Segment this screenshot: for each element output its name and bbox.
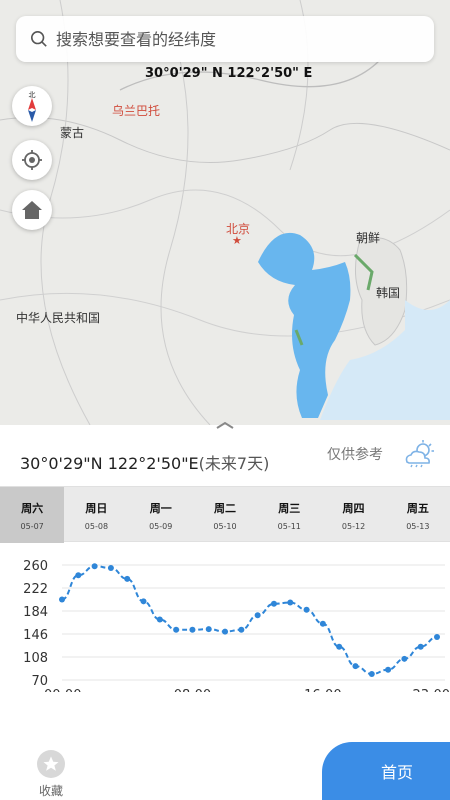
day-tab-0[interactable]: 周六 05-07	[0, 487, 65, 543]
data-point-18	[352, 663, 359, 670]
series-line	[61, 565, 438, 675]
data-point-8	[189, 626, 196, 633]
x-tick-label-1: 08:00	[174, 688, 211, 692]
home-location-button[interactable]	[12, 190, 52, 230]
compass-letter: 北	[29, 91, 36, 99]
data-point-10	[222, 628, 229, 635]
x-tick-label-2: 16:00	[304, 688, 341, 692]
data-point-16	[319, 620, 326, 627]
bottom-nav: 收藏 首页	[0, 740, 450, 800]
day-tab-1[interactable]: 周日 05-08	[64, 487, 128, 543]
y-tick-label-2: 184	[23, 605, 48, 620]
map-label-china: 中华人民共和国	[16, 311, 101, 325]
search-icon	[30, 30, 47, 47]
map-terrain	[0, 0, 450, 425]
map-label-south-korea: 韩国	[376, 286, 401, 300]
panel-coordinate: 30°0'29"N 122°2'50"E	[20, 454, 199, 473]
y-tick-label-5: 70	[31, 674, 48, 689]
data-point-7	[173, 626, 180, 633]
data-point-11	[238, 626, 245, 633]
data-point-2	[91, 563, 98, 570]
x-tick-label-0: 00:00	[44, 688, 81, 692]
data-point-21	[401, 655, 408, 662]
day-tab-6[interactable]: 周五 05-13	[386, 487, 450, 543]
data-point-12	[254, 612, 261, 619]
compass-icon: 北	[28, 91, 36, 122]
map-label-ulaanbaatar: 乌兰巴托	[112, 104, 161, 118]
favorite-label: 收藏	[38, 784, 63, 798]
house-icon	[22, 201, 42, 219]
data-point-22	[417, 643, 424, 650]
y-tick-label-4: 108	[23, 651, 48, 666]
home-button[interactable]: 首页	[322, 742, 450, 800]
map-coordinate: 30°0'29" N 122°2'50" E	[145, 66, 313, 81]
data-point-3	[107, 565, 114, 572]
day-tab-3[interactable]: 周二 05-10	[193, 487, 257, 543]
data-point-0	[59, 596, 65, 603]
data-point-13	[270, 600, 277, 607]
y-tick-label-3: 146	[23, 628, 48, 643]
day-tab-2[interactable]: 周一 05-09	[129, 487, 193, 543]
map-label-mongolia: 蒙古	[60, 126, 85, 140]
data-point-19	[368, 670, 375, 677]
data-point-1	[75, 572, 82, 579]
reference-note: 仅供参考	[327, 447, 383, 463]
day-selector: 周六 05-07 周日 05-08 周一 05-09 周二 05-10 周三 05-11 …	[0, 486, 450, 543]
search-bar[interactable]	[16, 16, 434, 62]
y-tick-label-0: 260	[23, 559, 48, 574]
weather-cloud-sun-icon	[405, 440, 434, 468]
home-label: 首页	[380, 763, 413, 782]
data-point-17	[336, 643, 343, 650]
data-point-6	[156, 616, 163, 623]
search-input[interactable]	[56, 29, 416, 49]
star-icon	[37, 750, 65, 778]
y-tick-label-1: 222	[23, 582, 48, 597]
data-point-23	[434, 634, 440, 641]
locate-button[interactable]	[12, 140, 52, 180]
favorite-button[interactable]: 收藏	[28, 750, 74, 800]
forecast-panel: 30°0'29"N 122°2'50"E (未来7天) 仅供参考 周六 05-07…	[0, 430, 450, 740]
data-point-15	[303, 606, 310, 613]
future-days-label: (未来7天)	[198, 454, 270, 473]
capital-star-icon: ★	[232, 234, 242, 247]
map-label-north-korea: 朝鲜	[356, 231, 381, 245]
compass-button[interactable]: 北	[12, 86, 52, 126]
x-tick-label-3: 23:00	[413, 688, 450, 692]
panel-coordinate-row: 30°0'29"N 122°2'50"E (未来7天)	[20, 450, 269, 474]
day-tab-4[interactable]: 周三 05-11	[257, 487, 321, 543]
locate-icon	[22, 150, 42, 170]
day-tab-5[interactable]: 周四 05-12	[321, 487, 385, 543]
data-point-9	[205, 626, 212, 633]
data-point-5	[140, 598, 147, 605]
panel-drag-handle[interactable]	[205, 420, 245, 430]
data-point-4	[124, 575, 131, 582]
forecast-line-chart: 260 222 184 146 108 7000:00 08:00 16:00 23:00	[23, 559, 450, 692]
map-view[interactable]: 30°0'29" N 122°2'50" E 北 乌兰巴托 蒙古 北京 ★ 朝鲜…	[0, 0, 450, 425]
data-point-14	[287, 599, 294, 606]
data-point-20	[385, 666, 392, 673]
